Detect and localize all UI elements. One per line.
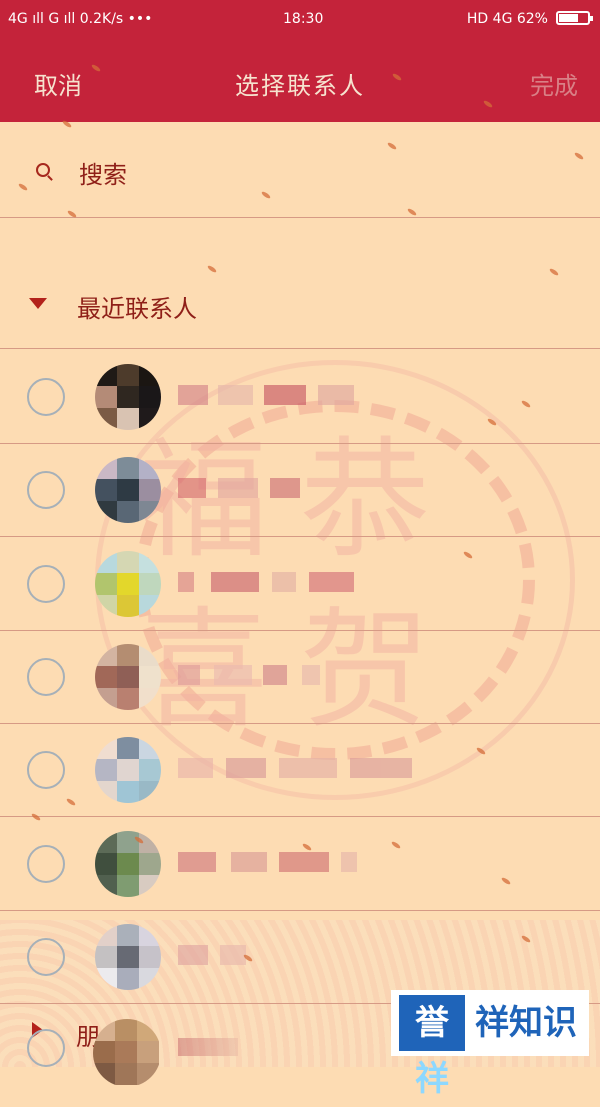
avatar	[95, 737, 161, 803]
contact-name-blurred	[178, 852, 418, 872]
avatar	[93, 1019, 161, 1087]
logo-char-1: 誉	[415, 1003, 449, 1043]
avatar	[95, 364, 161, 430]
contact-name-blurred	[178, 385, 418, 405]
search-icon	[36, 163, 50, 177]
contact-name-blurred	[178, 945, 418, 965]
avatar	[95, 924, 161, 990]
logo-char-2: 祥	[415, 1059, 449, 1099]
top-app-bar: 取消 选择联系人 完成	[0, 38, 600, 122]
recent-contacts-title: 最近联系人	[77, 295, 197, 323]
contact-row[interactable]	[0, 443, 600, 537]
select-radio[interactable]	[27, 378, 65, 416]
contact-name-blurred	[178, 1038, 238, 1056]
avatar	[95, 644, 161, 710]
contact-row[interactable]	[0, 537, 600, 631]
corner-logo-badge: 誉祥 祥知识	[391, 990, 589, 1099]
search-label: 搜索	[79, 161, 127, 189]
battery-icon	[556, 11, 593, 25]
contact-name-blurred	[178, 665, 418, 685]
contact-name-blurred	[178, 478, 418, 498]
contact-name-blurred	[178, 758, 418, 778]
status-bar: 4G ıll G ıll 0.2K/s ••• 18:30 HD 4G 62%	[0, 0, 600, 38]
status-bar-time: 18:30	[283, 11, 324, 27]
status-bar-left: 4G ıll G ıll 0.2K/s •••	[8, 11, 153, 27]
select-radio[interactable]	[27, 845, 65, 883]
contact-name-blurred	[178, 572, 418, 592]
contact-row[interactable]	[0, 630, 600, 724]
select-radio[interactable]	[27, 938, 65, 976]
select-radio[interactable]	[27, 1029, 65, 1067]
contact-row[interactable]	[0, 350, 600, 444]
contact-row[interactable]	[0, 817, 600, 911]
status-bar-right: HD 4G 62%	[466, 11, 548, 27]
select-radio[interactable]	[27, 658, 65, 696]
logo-badge-block: 誉祥	[399, 995, 465, 1099]
contact-row[interactable]	[0, 723, 600, 817]
logo-text: 祥知识	[475, 1003, 577, 1043]
avatar	[95, 551, 161, 617]
avatar	[95, 831, 161, 897]
select-radio[interactable]	[27, 751, 65, 789]
chevron-down-icon	[29, 298, 47, 309]
select-radio[interactable]	[27, 565, 65, 603]
avatar	[95, 457, 161, 523]
done-button[interactable]: 完成	[530, 66, 578, 101]
select-radio[interactable]	[27, 471, 65, 509]
page-title: 选择联系人	[235, 72, 365, 100]
battery-level	[559, 14, 578, 22]
